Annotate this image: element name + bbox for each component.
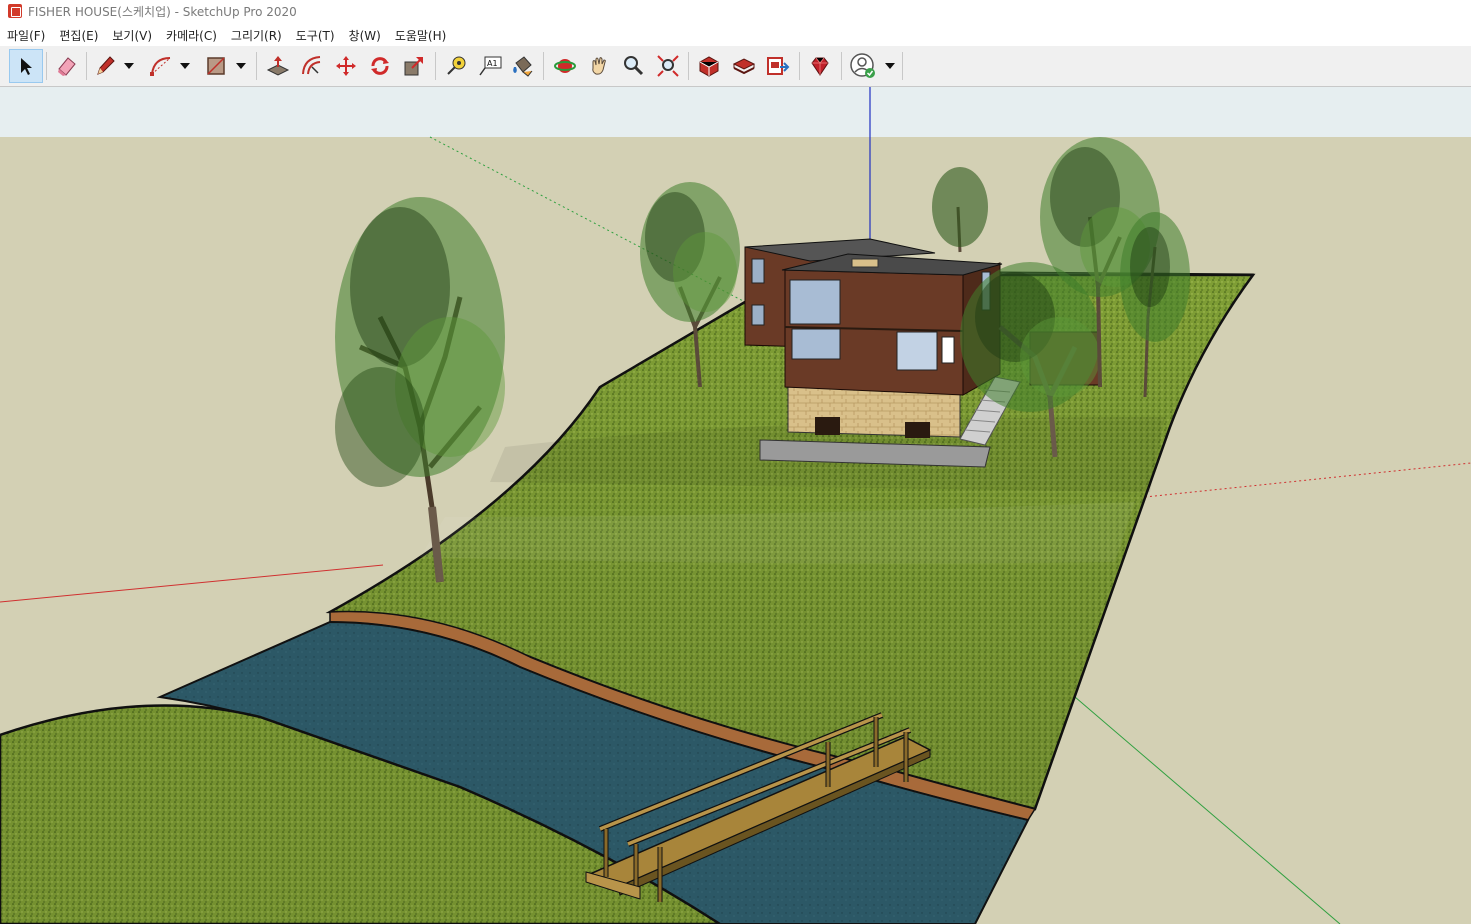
account-dropdown-chevron-down-icon[interactable] — [884, 60, 896, 72]
paint-bucket-tool-button[interactable] — [505, 49, 539, 83]
eraser-icon — [58, 57, 76, 76]
select-icon — [21, 58, 32, 75]
orbit-icon — [554, 59, 576, 73]
eraser-tool-button[interactable] — [50, 49, 84, 83]
window — [896, 331, 938, 371]
window — [791, 328, 841, 360]
ruby-icon — [811, 57, 829, 76]
rotate-icon — [371, 57, 389, 75]
rectangle-tool-button[interactable] — [199, 49, 233, 83]
arc-dropdown-chevron-down-icon[interactable] — [179, 60, 191, 72]
select-tool-button[interactable] — [9, 49, 43, 83]
scale-icon — [404, 57, 423, 76]
account-icon — [850, 53, 875, 78]
paint-bucket-icon — [513, 56, 533, 77]
window-title: FISHER HOUSE(스케치업) - SketchUp Pro 2020 — [28, 4, 297, 19]
menu-edit[interactable]: 편집(E) — [52, 27, 105, 44]
text-tool-button[interactable]: A1 — [473, 49, 507, 83]
menu-file[interactable]: 파일(F) — [0, 27, 52, 44]
account-button[interactable] — [846, 49, 880, 83]
extension-warehouse-icon — [732, 58, 756, 75]
rotate-tool-button[interactable] — [363, 49, 397, 83]
svg-text:A1: A1 — [487, 59, 498, 68]
stone-base — [787, 386, 961, 438]
menu-bar: 파일(F) 편집(E) 보기(V) 카메라(C) 그리기(R) 도구(T) 창(… — [0, 24, 1471, 46]
send-to-layout-button[interactable] — [761, 49, 795, 83]
move-tool-button[interactable] — [329, 49, 363, 83]
warehouse-icon — [699, 56, 719, 77]
arc-icon — [150, 57, 171, 76]
main-toolbar: A1 — [0, 46, 1471, 87]
line-dropdown-chevron-down-icon[interactable] — [123, 60, 135, 72]
zoom-icon — [624, 56, 644, 76]
pencil-line-icon — [97, 56, 115, 75]
offset-tool-button[interactable] — [295, 49, 329, 83]
orbit-tool-button[interactable] — [548, 49, 582, 83]
model-scene — [0, 87, 1471, 924]
rectangle-icon — [207, 57, 225, 75]
model-viewport[interactable] — [0, 87, 1471, 924]
3d-warehouse-button[interactable] — [692, 49, 726, 83]
window — [789, 279, 841, 325]
arc-tool-button[interactable] — [144, 49, 178, 83]
menu-draw[interactable]: 그리기(R) — [224, 27, 289, 44]
zoom-tool-button[interactable] — [616, 49, 650, 83]
text-icon: A1 — [479, 56, 502, 76]
rectangle-dropdown-chevron-down-icon[interactable] — [235, 60, 247, 72]
menu-camera[interactable]: 카메라(C) — [159, 27, 224, 44]
title-bar: FISHER HOUSE(스케치업) - SketchUp Pro 2020 — [0, 0, 1471, 22]
menu-view[interactable]: 보기(V) — [105, 27, 159, 44]
tape-measure-icon — [447, 56, 466, 75]
pan-tool-button[interactable] — [582, 49, 616, 83]
extension-warehouse-button[interactable] — [727, 49, 761, 83]
sky — [0, 87, 1471, 137]
menu-help[interactable]: 도움말(H) — [388, 27, 454, 44]
push-pull-tool-button[interactable] — [261, 49, 295, 83]
pan-icon — [592, 57, 606, 75]
offset-icon — [302, 56, 321, 75]
sketchup-logo-icon — [8, 4, 22, 18]
push-pull-icon — [266, 56, 290, 76]
tape-measure-tool-button[interactable] — [439, 49, 473, 83]
scale-tool-button[interactable] — [397, 49, 431, 83]
menu-window[interactable]: 창(W) — [342, 27, 388, 44]
line-tool-button[interactable] — [88, 49, 122, 83]
move-icon — [336, 56, 356, 76]
zoom-extents-icon — [657, 55, 679, 77]
layout-icon — [767, 57, 790, 75]
zoom-extents-tool-button[interactable] — [651, 49, 685, 83]
menu-tools[interactable]: 도구(T) — [289, 27, 342, 44]
ruby-console-button[interactable] — [803, 49, 837, 83]
